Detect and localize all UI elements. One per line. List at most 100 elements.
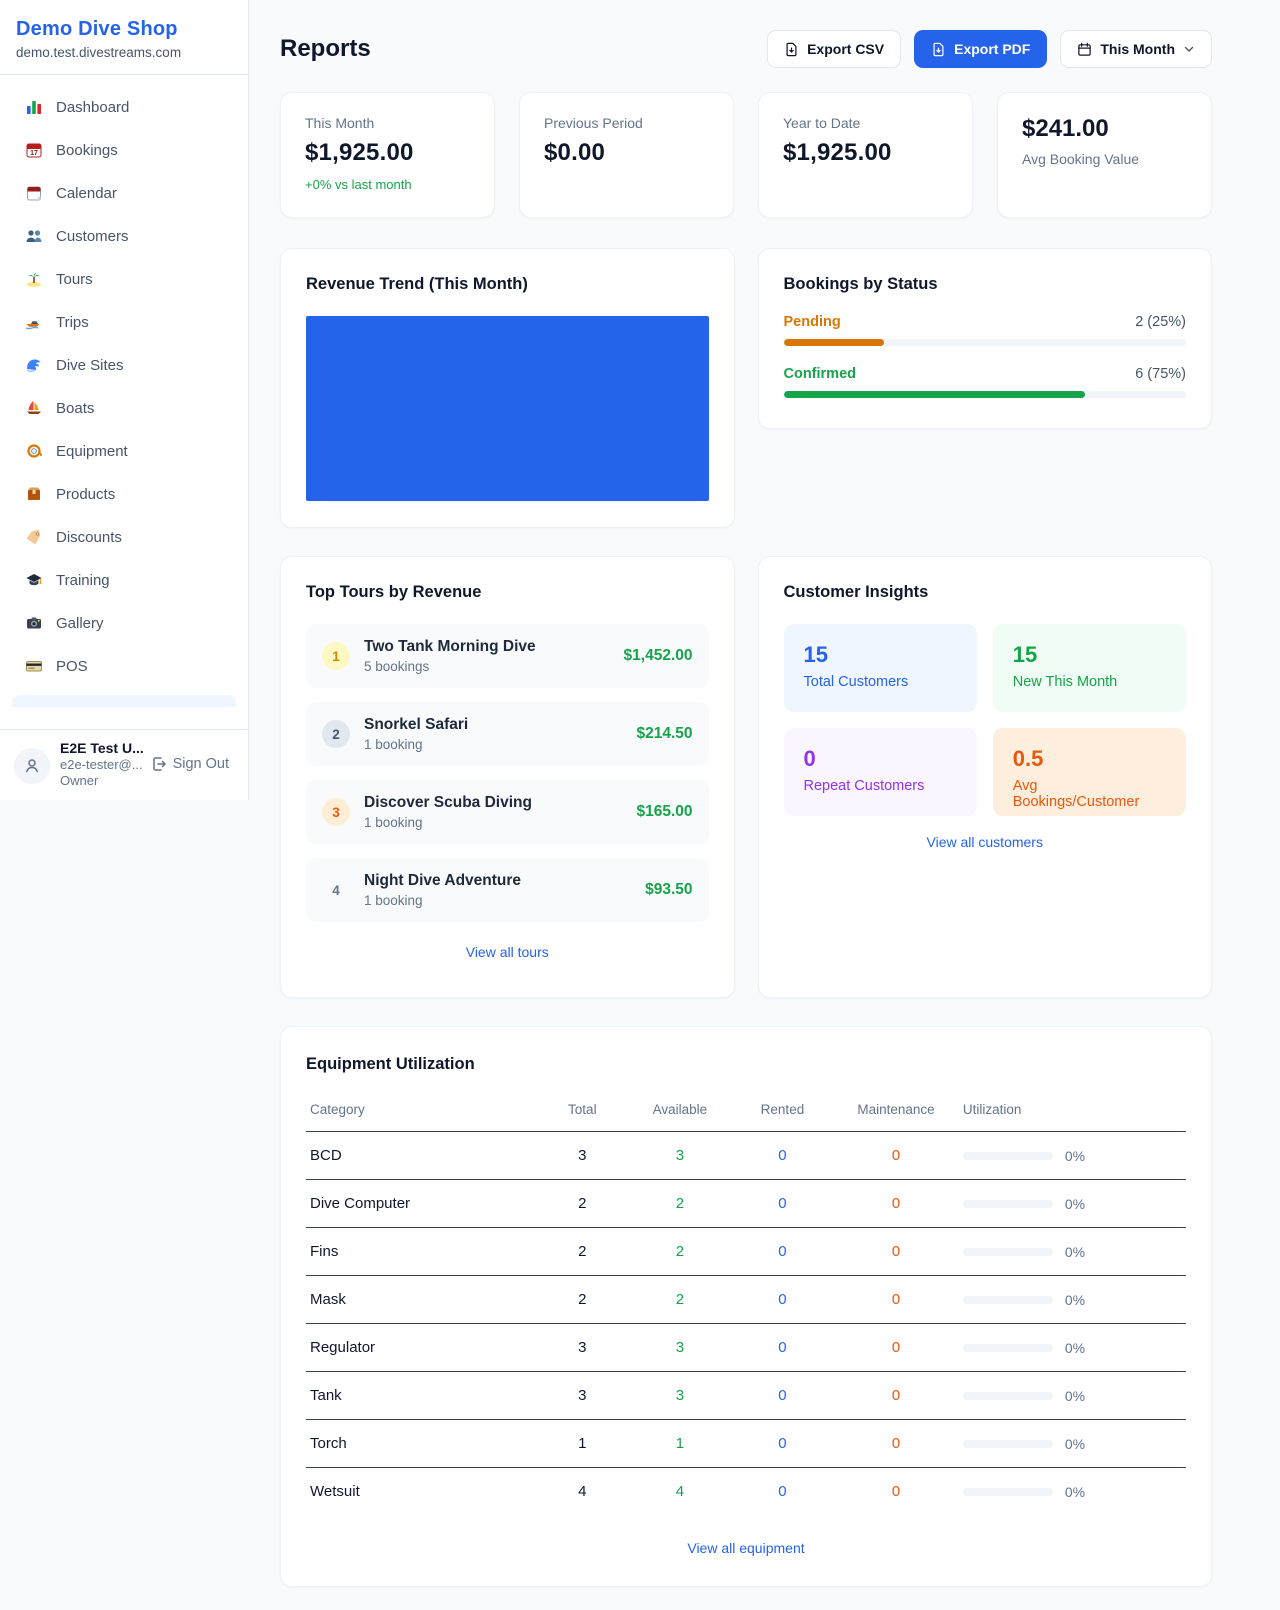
stat-card-this-month: This Month $1,925.00 +0% vs last month (280, 92, 495, 218)
status-bar-fill (784, 391, 1086, 398)
status-bar-track (784, 339, 1187, 346)
sidebar-item-products[interactable]: Products (12, 474, 236, 514)
cell-rented: 0 (732, 1228, 834, 1276)
stat-value: $241.00 (1022, 115, 1187, 143)
cell-total: 2 (537, 1276, 629, 1324)
sidebar-nav: Dashboard 17 Bookings Calendar Customers… (0, 75, 248, 729)
insight-label: Avg Bookings/Customer (1013, 778, 1166, 810)
sidebar-item-label: Training (56, 572, 110, 589)
sidebar-item-label: Tours (56, 271, 93, 288)
cell-available: 3 (628, 1324, 732, 1372)
revenue-trend-title: Revenue Trend (This Month) (306, 275, 709, 294)
cell-maintenance: 0 (833, 1276, 959, 1324)
sidebar-item-label: Discounts (56, 529, 122, 546)
rank-badge: 1 (322, 642, 350, 670)
tour-bookings: 1 booking (364, 815, 622, 830)
top-tours-card: Top Tours by Revenue 1 Two Tank Morning … (280, 556, 735, 998)
cell-maintenance: 0 (833, 1132, 959, 1180)
sidebar-item-equipment[interactable]: Equipment (12, 431, 236, 471)
stat-label: This Month (305, 115, 470, 131)
table-row: BCD 3 3 0 0 0% (306, 1132, 1186, 1180)
utilization-bar-track (963, 1392, 1053, 1400)
status-count: 6 (75%) (1135, 366, 1186, 382)
tour-bookings: 5 bookings (364, 659, 610, 674)
calendar-icon (1077, 42, 1092, 57)
user-role: Owner (60, 773, 234, 788)
sidebar-item-customers[interactable]: Customers (12, 216, 236, 256)
rank-badge: 4 (322, 876, 350, 904)
sidebar-item-pos[interactable]: POS (12, 646, 236, 686)
sidebar-item-bookings[interactable]: 17 Bookings (12, 130, 236, 170)
sign-out-button[interactable]: Sign Out (151, 756, 229, 772)
sidebar-item-training[interactable]: Training (12, 560, 236, 600)
stat-card-avg-booking-value: $241.00 Avg Booking Value (997, 92, 1212, 218)
rank-badge: 2 (322, 720, 350, 748)
column-header-rented: Rented (732, 1094, 834, 1132)
stat-card-previous-period: Previous Period $0.00 (519, 92, 734, 218)
status-bar-track (784, 391, 1187, 398)
tour-revenue: $93.50 (645, 881, 692, 899)
cell-utilization: 0% (959, 1372, 1186, 1420)
sidebar-item-trips[interactable]: Trips (12, 302, 236, 342)
cell-total: 2 (537, 1228, 629, 1276)
sidebar-item-discounts[interactable]: Discounts (12, 517, 236, 557)
camera-icon (24, 613, 44, 633)
status-count: 2 (25%) (1135, 314, 1186, 330)
tour-bookings: 1 booking (364, 737, 622, 752)
stat-value: $1,925.00 (305, 139, 470, 167)
insight-label: Repeat Customers (804, 778, 957, 794)
view-all-equipment-link[interactable]: View all equipment (306, 1540, 1186, 1556)
sidebar-item-reports-active-partial[interactable] (12, 695, 236, 707)
sidebar-item-calendar[interactable]: Calendar (12, 173, 236, 213)
customer-insights-card: Customer Insights 15 Total Customers 15 … (758, 556, 1213, 998)
cell-maintenance: 0 (833, 1468, 959, 1516)
bookings-by-status-card: Bookings by Status Pending 2 (25%) Confi… (758, 248, 1213, 429)
stat-card-year-to-date: Year to Date $1,925.00 (758, 92, 973, 218)
people-icon (24, 226, 44, 246)
sidebar-item-gallery[interactable]: Gallery (12, 603, 236, 643)
cell-rented: 0 (732, 1372, 834, 1420)
tour-name: Discover Scuba Diving (364, 794, 622, 812)
sidebar-item-dashboard[interactable]: Dashboard (12, 87, 236, 127)
island-icon (24, 269, 44, 289)
insight-tile-new-this-month: 15 New This Month (993, 624, 1186, 712)
cell-available: 2 (628, 1276, 732, 1324)
cell-maintenance: 0 (833, 1372, 959, 1420)
export-pdf-button[interactable]: Export PDF (914, 30, 1047, 68)
sidebar-item-dive-sites[interactable]: Dive Sites (12, 345, 236, 385)
insight-tile-repeat-customers: 0 Repeat Customers (784, 728, 977, 816)
view-all-tours-link[interactable]: View all tours (306, 944, 709, 960)
view-all-customers-link[interactable]: View all customers (784, 834, 1187, 850)
insight-value: 0 (804, 746, 957, 772)
cell-category: Dive Computer (306, 1180, 537, 1228)
table-row: Dive Computer 2 2 0 0 0% (306, 1180, 1186, 1228)
insight-label: Total Customers (804, 674, 957, 690)
sidebar-item-label: Dive Sites (56, 357, 124, 374)
cell-rented: 0 (732, 1420, 834, 1468)
export-csv-button[interactable]: Export CSV (767, 30, 901, 68)
tour-revenue: $214.50 (636, 725, 692, 743)
column-header-category: Category (306, 1094, 537, 1132)
user-name: E2E Test U... (60, 740, 234, 756)
bar-chart-icon (24, 97, 44, 117)
utilization-bar-track (963, 1152, 1053, 1160)
sidebar-item-tours[interactable]: Tours (12, 259, 236, 299)
logout-icon (151, 756, 167, 772)
insight-tile-avg-bookings: 0.5 Avg Bookings/Customer (993, 728, 1186, 816)
tour-bookings: 1 booking (364, 893, 631, 908)
cell-maintenance: 0 (833, 1180, 959, 1228)
tour-row: 4 Night Dive Adventure 1 booking $93.50 (306, 858, 709, 922)
sidebar-item-label: Customers (56, 228, 129, 245)
sidebar: Demo Dive Shop demo.test.divestreams.com… (0, 0, 249, 800)
calendar-pad-icon (24, 183, 44, 203)
insight-value: 15 (1013, 642, 1166, 668)
sidebar-item-boats[interactable]: Boats (12, 388, 236, 428)
tag-icon (24, 527, 44, 547)
period-dropdown[interactable]: This Month (1060, 30, 1212, 68)
stat-value: $0.00 (544, 139, 709, 167)
cell-maintenance: 0 (833, 1420, 959, 1468)
svg-text:17: 17 (30, 150, 38, 157)
tour-name: Night Dive Adventure (364, 872, 631, 890)
equipment-utilization-title: Equipment Utilization (306, 1055, 1186, 1074)
sidebar-item-label: Gallery (56, 615, 104, 632)
